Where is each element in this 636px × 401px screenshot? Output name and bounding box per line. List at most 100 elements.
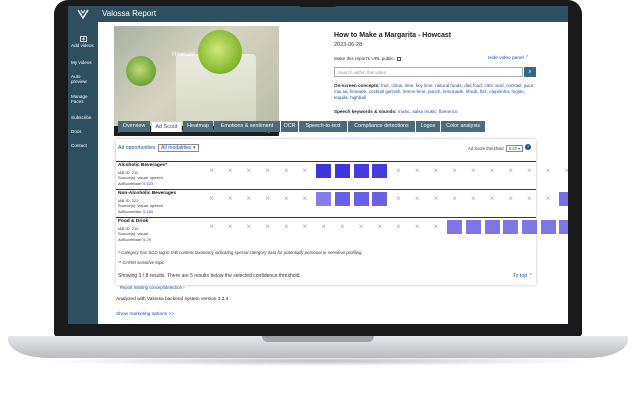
show-marketing-link[interactable]: Show marketing options >> bbox=[116, 312, 174, 317]
category-score: AdScoreMax: 5.523 bbox=[118, 181, 153, 186]
laptop-mockup: Valossa Report Add videos My videos Auto… bbox=[0, 0, 636, 401]
valossa-logo-icon[interactable] bbox=[77, 9, 89, 19]
footnote-scd: * Category has SCD tag in IAB content ta… bbox=[118, 250, 362, 255]
timeline-cell[interactable] bbox=[559, 220, 568, 234]
hide-video-panel-label: Hide video panel bbox=[488, 56, 524, 61]
timeline-cell: × bbox=[433, 222, 439, 231]
video-frame-lime-slice bbox=[198, 30, 242, 74]
to-top-link[interactable]: To top ⌃ bbox=[513, 273, 533, 279]
search-button[interactable]: ⌕ bbox=[524, 67, 536, 77]
video-frame-lime bbox=[126, 56, 156, 86]
report-missing-link[interactable]: Report missing concept/detection › bbox=[120, 285, 185, 290]
report-title: How to Make a Margarita - Howcast bbox=[334, 32, 452, 39]
threshold-select[interactable]: 0.20 ▾ bbox=[505, 145, 524, 152]
timeline-cell[interactable] bbox=[334, 192, 350, 206]
timeline-cell: × bbox=[265, 166, 270, 175]
category-title: Non-Alcoholic Beverages bbox=[118, 191, 177, 196]
sidebar-item-my-videos[interactable]: My videos bbox=[71, 60, 97, 65]
speech-keywords: Speech keywords & sounds: music, salsa m… bbox=[334, 109, 540, 114]
video-player[interactable]: Howcast bbox=[114, 26, 279, 126]
score-value[interactable]: 5.183 bbox=[143, 209, 153, 214]
chevron-right-icon: › bbox=[183, 285, 185, 290]
timeline-cell[interactable] bbox=[447, 220, 463, 234]
timeline-cell: × bbox=[527, 166, 532, 175]
timeline-cell: × bbox=[227, 194, 233, 203]
timeline-cell[interactable] bbox=[484, 220, 500, 234]
timeline-cell[interactable] bbox=[521, 220, 537, 234]
sidebar-item-add-videos[interactable]: Add videos bbox=[71, 36, 97, 48]
score-value[interactable]: 5.29 bbox=[143, 237, 151, 242]
public-url-toggle[interactable]: Make this report's URL public: bbox=[334, 56, 401, 61]
timeline-cell[interactable] bbox=[334, 164, 350, 178]
tab-logos[interactable]: Logos bbox=[416, 121, 440, 132]
category-row[interactable]: Non-Alcoholic Beverages IAB ID: 222 Sour… bbox=[116, 189, 568, 215]
tab-ocr[interactable]: OCR bbox=[281, 121, 298, 132]
add-video-icon bbox=[80, 36, 87, 42]
ad-opportunities-header: Ad opportunities All modalities ▾ bbox=[118, 144, 199, 152]
tab-speech-to-text[interactable]: Speech-to-text bbox=[299, 121, 347, 132]
timeline-cell: × bbox=[396, 194, 401, 203]
timeline-cell: × bbox=[302, 194, 308, 203]
timeline-cell: × bbox=[209, 222, 214, 231]
on-screen-concepts: On-screen concepts: fruit, citrus, lime,… bbox=[334, 83, 540, 101]
public-url-checkbox[interactable] bbox=[396, 56, 401, 61]
timeline-cell: × bbox=[414, 222, 420, 231]
timeline-cell[interactable] bbox=[503, 220, 519, 234]
modalities-select[interactable]: All modalities ▾ bbox=[157, 144, 199, 152]
chevron-up-icon: ⌃ bbox=[528, 273, 533, 279]
search-input[interactable]: Search within this video bbox=[334, 67, 523, 77]
to-top-label: To top bbox=[513, 273, 528, 279]
tab-color-analysis[interactable]: Color analysis bbox=[441, 121, 485, 132]
sidebar-item-label: My videos bbox=[71, 60, 92, 65]
sidebar-item-auto-preview[interactable]: Auto preview bbox=[71, 74, 97, 85]
timeline-cell[interactable] bbox=[540, 220, 556, 234]
timeline-cell[interactable] bbox=[316, 192, 332, 206]
tab-emotions[interactable]: Emotions & sentiment bbox=[214, 121, 280, 132]
ad-scout-card: Ad opportunities All modalities ▾ Ad Sco… bbox=[116, 139, 568, 290]
sidebar-item-subscribe[interactable]: Subscribe bbox=[71, 115, 97, 120]
timeline-cell[interactable] bbox=[353, 164, 369, 178]
category-row[interactable]: Food & Drink IAB ID: 210 Source(s): visu… bbox=[116, 217, 568, 243]
speech-label: Speech keywords & sounds: bbox=[334, 109, 397, 114]
footnote-garm: ** GARM sensitive topic bbox=[118, 260, 165, 265]
hide-video-panel-link[interactable]: Hide video panel ⌃ bbox=[488, 56, 529, 61]
sidebar-item-label: Docs bbox=[71, 129, 82, 134]
timeline-cell[interactable] bbox=[316, 164, 332, 178]
tab-ad-scout[interactable]: Ad Scout bbox=[151, 121, 182, 132]
timeline-cell[interactable] bbox=[372, 192, 388, 206]
tab-heatmap[interactable]: Heatmap bbox=[183, 121, 213, 132]
ad-opportunities-label: Ad opportunities bbox=[118, 145, 156, 151]
sidebar: Add videos My videos Auto preview Manage… bbox=[68, 22, 98, 324]
camera-notch bbox=[297, 0, 339, 7]
tab-compliance[interactable]: Compliance detections bbox=[348, 121, 415, 132]
tab-overview[interactable]: Overview bbox=[118, 121, 150, 132]
timeline-cell[interactable] bbox=[465, 220, 481, 234]
speech-list[interactable]: music, salsa music, flamenco bbox=[398, 109, 458, 114]
timeline-cell: × bbox=[227, 222, 233, 231]
sidebar-item-label: Manage Faces bbox=[71, 94, 88, 105]
category-sources: Source(s): visual, speech bbox=[118, 175, 163, 180]
modalities-value: All modalities bbox=[160, 145, 192, 151]
app-screen: Valossa Report Add videos My videos Auto… bbox=[68, 6, 568, 324]
timeline-cell: × bbox=[433, 166, 439, 175]
timeline-cell: × bbox=[302, 166, 308, 175]
threshold-control: Ad Score threshold 0.20 ▾ bbox=[468, 145, 524, 152]
sidebar-item-contact[interactable]: Contact bbox=[71, 143, 97, 148]
timeline-cell: × bbox=[508, 166, 514, 175]
timeline-cell: × bbox=[564, 166, 568, 175]
timeline-cell[interactable] bbox=[353, 192, 369, 206]
sidebar-item-manage-faces[interactable]: Manage Faces bbox=[71, 94, 97, 105]
timeline-cell[interactable] bbox=[372, 164, 388, 178]
timeline-cell[interactable] bbox=[559, 192, 568, 206]
timeline-cell: × bbox=[396, 222, 401, 231]
search-icon: ⌕ bbox=[528, 69, 532, 75]
timeline-cell: × bbox=[414, 194, 420, 203]
category-row[interactable]: Alcoholic Beverages* IAB ID: 211 Source(… bbox=[116, 161, 568, 187]
timeline-cell: × bbox=[489, 166, 495, 175]
timeline-cell: × bbox=[470, 166, 476, 175]
timeline-cell: × bbox=[227, 166, 233, 175]
sidebar-item-docs[interactable]: Docs bbox=[71, 129, 97, 134]
score-value[interactable]: 5.523 bbox=[143, 181, 153, 186]
concepts-label: On-screen concepts: bbox=[334, 83, 380, 88]
info-icon[interactable]: ? bbox=[525, 144, 531, 150]
